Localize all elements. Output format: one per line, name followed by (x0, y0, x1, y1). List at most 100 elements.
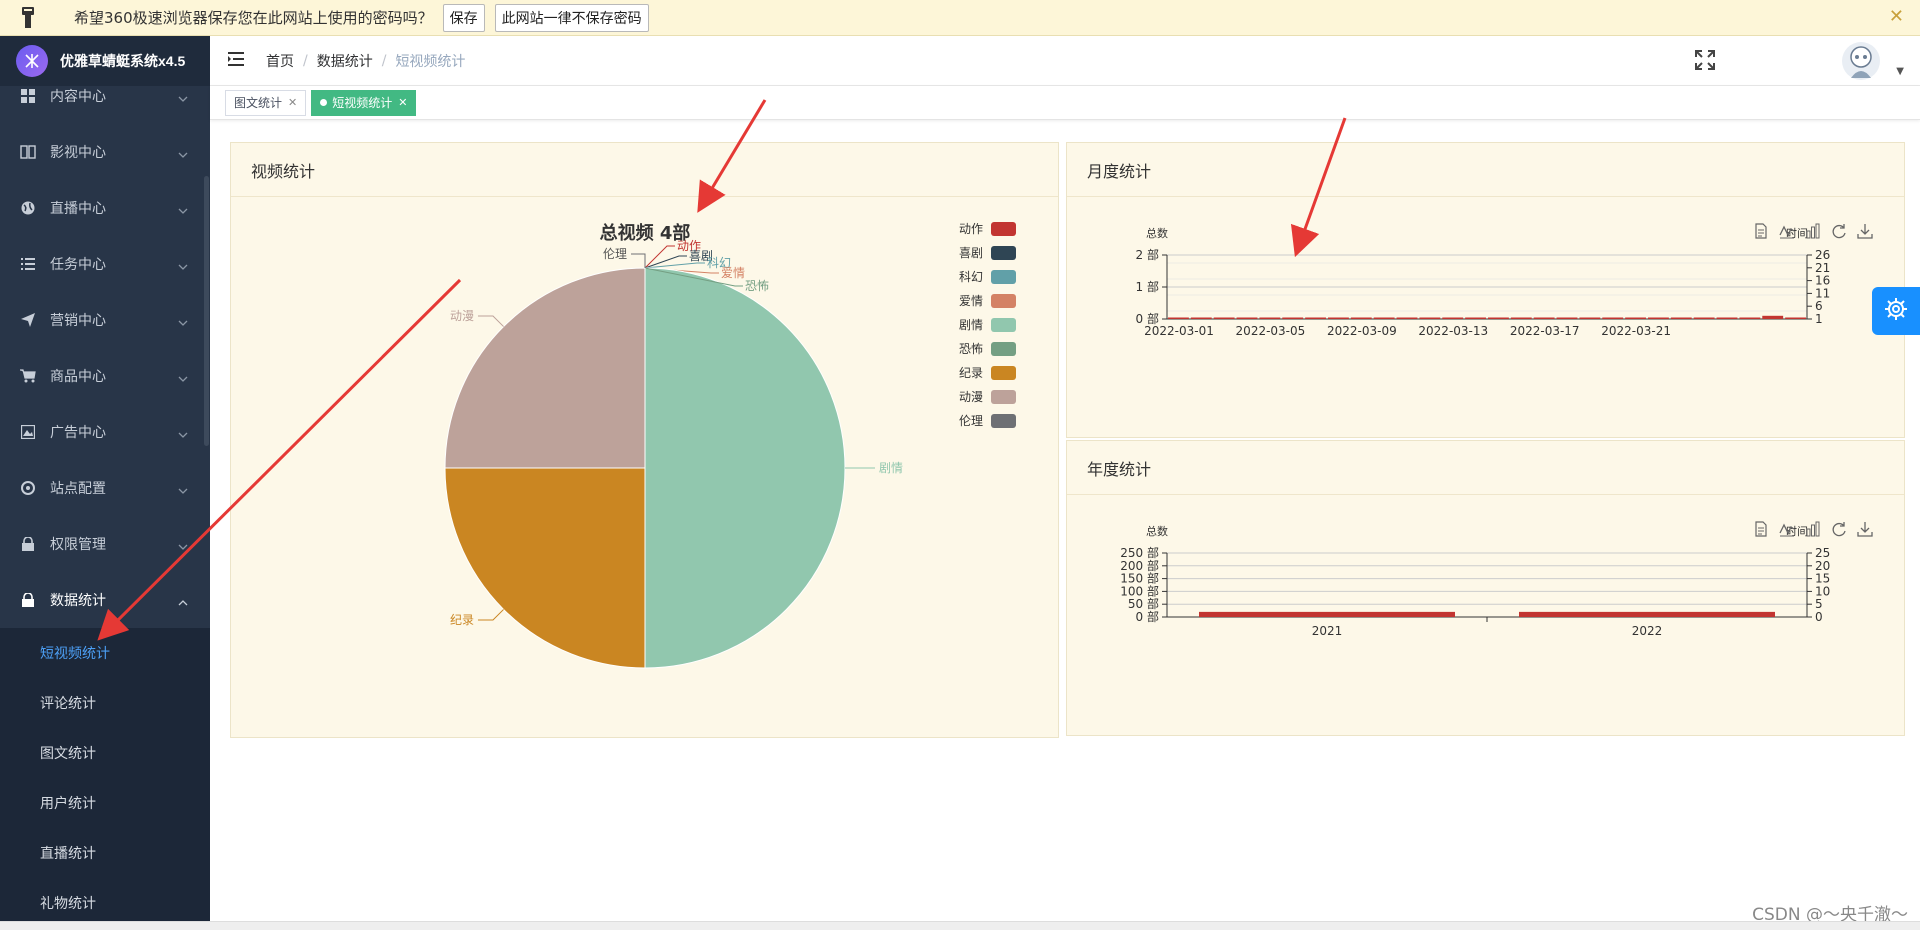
close-icon[interactable]: ✕ (288, 96, 297, 109)
bar-chart-icon[interactable] (1805, 223, 1821, 239)
bar (1785, 317, 1806, 319)
tag-label: 短视频统计 (332, 96, 393, 110)
legend-label: 动作 (959, 222, 983, 236)
breadcrumb: 首页 / 数据统计 / 短视频统计 (266, 51, 465, 71)
bar-chart-icon[interactable] (1805, 521, 1821, 537)
caret-down-icon[interactable]: ▼ (1896, 66, 1904, 77)
y-tick-label: 1 部 (1136, 279, 1159, 294)
sidebar-item-statistics[interactable]: 数据统计 (0, 572, 210, 628)
sidebar-item-label: 权限管理 (50, 537, 106, 553)
bottom-status-bar (0, 921, 1920, 930)
bar (1602, 317, 1624, 319)
bar (1519, 611, 1775, 617)
submenu-item-article-stats[interactable]: 图文统计 (0, 728, 210, 778)
sidebar-item-marketing[interactable]: 营销中心 (0, 292, 210, 348)
x-tick-label: 2022-03-21 (1601, 324, 1671, 338)
globe-icon (18, 201, 38, 215)
pie-label: 动漫 (450, 309, 474, 323)
line-chart-icon[interactable] (1779, 521, 1795, 537)
legend-swatch (991, 318, 1016, 332)
tag-video-stats[interactable]: 短视频统计 ✕ (311, 89, 417, 116)
y-tick-label: 2 部 (1136, 247, 1159, 262)
bar (1716, 317, 1738, 319)
save-password-button[interactable]: 保存 (442, 3, 485, 32)
bar (1579, 317, 1601, 319)
y-axis-title: 总数 (1146, 226, 1168, 240)
close-icon[interactable]: ✕ (1889, 6, 1904, 27)
fullscreen-icon[interactable] (1695, 50, 1715, 74)
sidebar-scrollbar[interactable] (204, 176, 209, 446)
legend-label: 剧情 (959, 318, 983, 332)
x-tick-label: 2022-03-13 (1418, 324, 1488, 338)
bar (1648, 317, 1669, 319)
y-tick-label: 0 部 (1136, 609, 1159, 624)
pie-label: 伦理 (603, 246, 627, 261)
submenu-item-user-stats[interactable]: 用户统计 (0, 778, 210, 828)
submenu-item-gift-stats[interactable]: 礼物统计 (0, 878, 210, 921)
chevron-down-icon (178, 426, 188, 442)
legend-swatch (991, 366, 1016, 380)
never-save-button[interactable]: 此网站一律不保存密码 (494, 3, 649, 32)
pie-label-line (631, 253, 646, 268)
pie-label-line (644, 245, 675, 269)
chevron-down-icon (178, 538, 188, 554)
pie-slice (644, 267, 846, 669)
bar (1762, 315, 1784, 319)
line-chart-icon[interactable] (1779, 223, 1795, 239)
legend-swatch (991, 342, 1016, 356)
breadcrumb-statistics[interactable]: 数据统计 (317, 51, 373, 71)
sidebar-item-ads[interactable]: 广告中心 (0, 404, 210, 460)
pie-label: 纪录 (450, 613, 474, 627)
legend-label: 恐怖 (959, 341, 983, 356)
data-view-icon[interactable] (1753, 223, 1769, 239)
submenu-item-video-stats[interactable]: 短视频统计 (0, 628, 210, 678)
data-view-icon[interactable] (1753, 521, 1769, 537)
bar (1373, 317, 1395, 319)
menu-toggle-icon[interactable] (228, 51, 244, 70)
image-icon (18, 425, 38, 439)
breadcrumb-home[interactable]: 首页 (266, 51, 294, 71)
bar (1465, 317, 1486, 319)
sidebar-item-live[interactable]: 直播中心 (0, 180, 210, 236)
monthly-bar-chart: 总数 时间2 部1 部0 部26211611612022-03-01 2022-03… (1136, 226, 1831, 338)
app-logo-bar[interactable]: 优雅草蜻蜓系统x4.5 (0, 36, 210, 86)
avatar[interactable] (1842, 42, 1880, 80)
sidebar-item-film[interactable]: 影视中心 (0, 124, 210, 180)
submenu-item-comment-stats[interactable]: 评论统计 (0, 678, 210, 728)
refresh-icon[interactable] (1831, 521, 1847, 537)
cart-icon (18, 369, 38, 383)
sidebar-item-permission[interactable]: 权限管理 (0, 516, 210, 572)
download-icon[interactable] (1857, 521, 1873, 537)
breadcrumb-separator: / (303, 52, 308, 69)
submenu-item-live-stats[interactable]: 直播统计 (0, 828, 210, 878)
sidebar-item-task[interactable]: 任务中心 (0, 236, 210, 292)
bar (1259, 317, 1281, 319)
legend-label: 科幻 (959, 270, 983, 284)
bar (1190, 317, 1212, 319)
sidebar-item-goods[interactable]: 商品中心 (0, 348, 210, 404)
sidebar-item-site[interactable]: 站点配置 (0, 460, 210, 516)
legend-swatch (991, 294, 1016, 308)
legend-label: 爱情 (959, 294, 983, 308)
chevron-down-icon (178, 90, 188, 106)
tag-article-stats[interactable]: 图文统计 ✕ (225, 89, 307, 116)
settings-button[interactable] (1872, 287, 1920, 335)
sidebar-item-label: 影视中心 (50, 145, 106, 161)
sidebar-item-label: 内容中心 (50, 89, 106, 105)
close-icon[interactable]: ✕ (398, 96, 407, 109)
video-stats-card: 视频统计 总视频 4部 动作 喜剧 科幻 爱情 剧情 恐怖 纪录 动漫 伦理 动作 喜剧 科幻 爱情 剧情恐… (230, 142, 1059, 738)
sidebar-item-label: 数据统计 (50, 593, 106, 609)
download-icon[interactable] (1857, 223, 1873, 239)
sidebar-item-label: 广告中心 (50, 425, 106, 441)
x-tick-label: 2021 (1312, 624, 1343, 638)
tags-view: 图文统计 ✕ 短视频统计 ✕ (210, 86, 1920, 120)
statistics-submenu: 短视频统计 评论统计 图文统计 用户统计 直播统计 礼物统计 (0, 628, 210, 921)
sidebar-item-label: 直播中心 (50, 201, 106, 217)
y-axis-title: 总数 (1146, 524, 1168, 538)
refresh-icon[interactable] (1831, 223, 1847, 239)
legend-label: 纪录 (959, 366, 983, 380)
x-tick-label: 2022-03-09 (1327, 324, 1397, 338)
bar (1510, 317, 1532, 319)
chevron-down-icon (178, 482, 188, 498)
sidebar-menu: 内容中心 影视中心 直播中心 任务中心 营销中心 商品中心 广告中心 站点配置 … (0, 68, 210, 921)
